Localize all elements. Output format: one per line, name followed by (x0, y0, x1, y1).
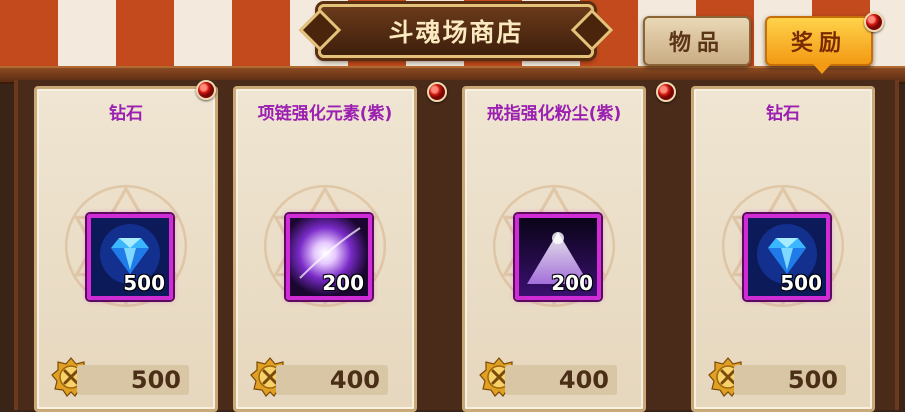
item-quantity: 200 (551, 271, 593, 295)
item-name: 项链强化元素(紫) (257, 104, 393, 124)
item-quantity: 500 (123, 271, 165, 295)
item-name: 钻石 (766, 104, 800, 124)
item-price: 400 (558, 366, 609, 394)
item-price: 400 (329, 366, 380, 394)
price-bar: 400 (276, 365, 388, 395)
shop-item-card[interactable]: 钻石 500 500 (691, 86, 875, 412)
price-bar: 500 (77, 365, 189, 395)
tab-items[interactable]: 物品 (643, 16, 751, 66)
item-notification-dot (656, 82, 676, 102)
tab-rewards[interactable]: 奖励 (765, 16, 873, 74)
item-quantity: 200 (322, 271, 364, 295)
item-price: 500 (787, 366, 838, 394)
price-bar: 500 (734, 365, 846, 395)
shop-title: 斗魂场商店 (318, 4, 594, 58)
shop-item-card[interactable]: 项链强化元素(紫) 200 400 (233, 86, 417, 412)
item-notification-dot (427, 82, 447, 102)
item-icon-slot[interactable]: 500 (744, 214, 830, 300)
item-name: 戒指强化粉尘(紫) (486, 104, 622, 124)
shop-item-card[interactable]: 戒指强化粉尘(紫) 200 400 (462, 86, 646, 412)
item-name: 钻石 (109, 104, 143, 124)
item-quantity: 500 (780, 271, 822, 295)
tab-notification-dot (864, 12, 884, 32)
price-bar: 400 (505, 365, 617, 395)
shop-item-card[interactable]: 钻石 500 500 (34, 86, 218, 412)
item-icon-slot[interactable]: 200 (286, 214, 372, 300)
item-notification-dot (196, 80, 216, 100)
item-icon-slot[interactable]: 500 (87, 214, 173, 300)
item-price: 500 (130, 366, 181, 394)
item-icon-slot[interactable]: 200 (515, 214, 601, 300)
